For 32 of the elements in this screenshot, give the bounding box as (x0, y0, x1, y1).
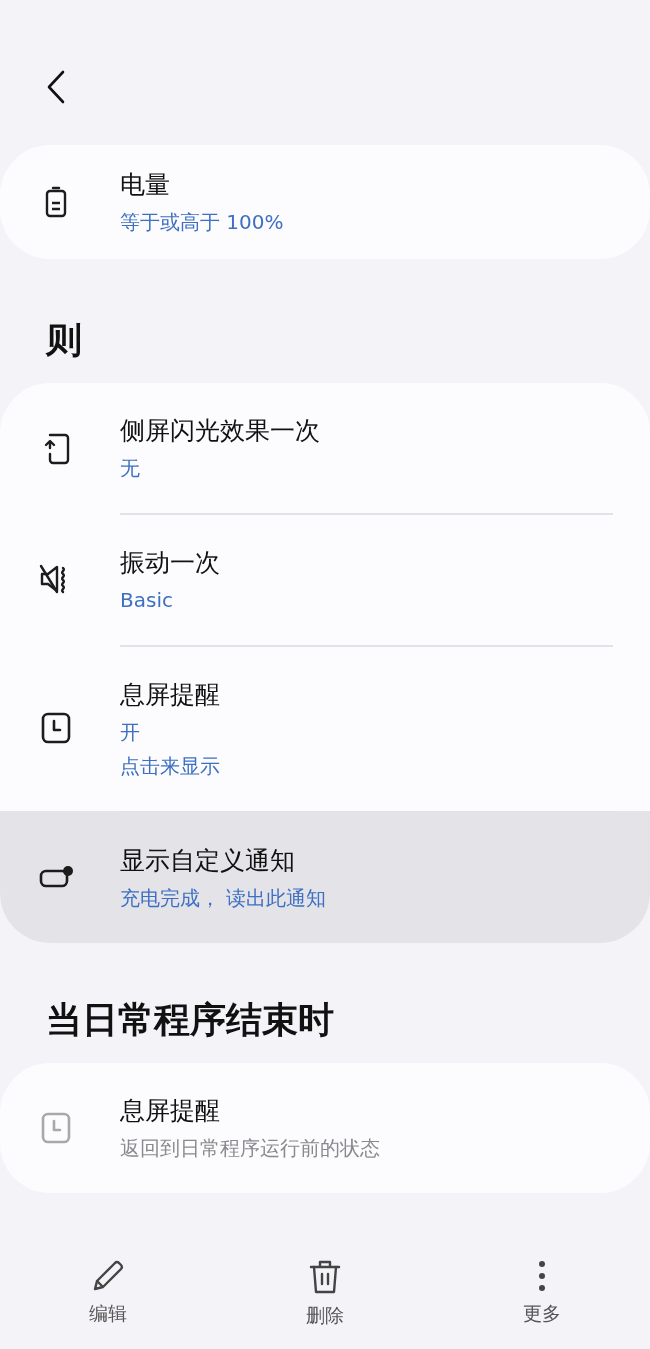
setting-row[interactable]: 振动一次 Basic (0, 513, 650, 645)
clock-icon (41, 712, 71, 744)
setting-value: 等于或高于 100% (120, 209, 285, 236)
toolbar-button[interactable]: 删除 (265, 1259, 385, 1329)
setting-title: 侧屏闪光效果一次 (120, 415, 321, 447)
battery-icon (45, 186, 67, 218)
setting-title: 振动一次 (120, 547, 221, 579)
section-heading: 当日常程序结束时 (45, 998, 335, 1042)
setting-title: 显示自定义通知 (120, 845, 296, 877)
pencil-icon (94, 1261, 124, 1291)
section-heading: 则 (44, 318, 83, 362)
setting-title: 电量 (120, 169, 171, 201)
toolbar-button[interactable]: 编辑 (48, 1259, 169, 1327)
setting-value: 返回到日常程序运行前的状态 (120, 1135, 381, 1162)
setting-title: 息屏提醒 (120, 679, 221, 711)
more-icon (538, 1261, 545, 1291)
setting-title: 息屏提醒 (120, 1095, 221, 1127)
setting-value: 充电完成， 读出此通知 (120, 885, 328, 912)
phone-arrow-icon (44, 433, 70, 465)
back-icon[interactable] (46, 70, 66, 104)
toolbar-button[interactable]: 更多 (481, 1259, 602, 1327)
setting-row[interactable]: 显示自定义通知 充电完成， 读出此通知 (0, 811, 650, 943)
clock-icon (41, 1112, 71, 1144)
setting-value: 无 (120, 455, 141, 482)
trash-icon (309, 1260, 341, 1294)
setting-value: 点击来显示 (120, 753, 221, 780)
notification-icon (39, 866, 73, 888)
setting-row[interactable]: 侧屏闪光效果一次 无 (0, 383, 650, 513)
setting-value: Basic (120, 587, 174, 614)
setting-value: 开 (120, 719, 141, 746)
setting-row[interactable]: 电量 等于或高于 100% (0, 145, 650, 259)
mute-vibrate-icon (39, 564, 66, 594)
